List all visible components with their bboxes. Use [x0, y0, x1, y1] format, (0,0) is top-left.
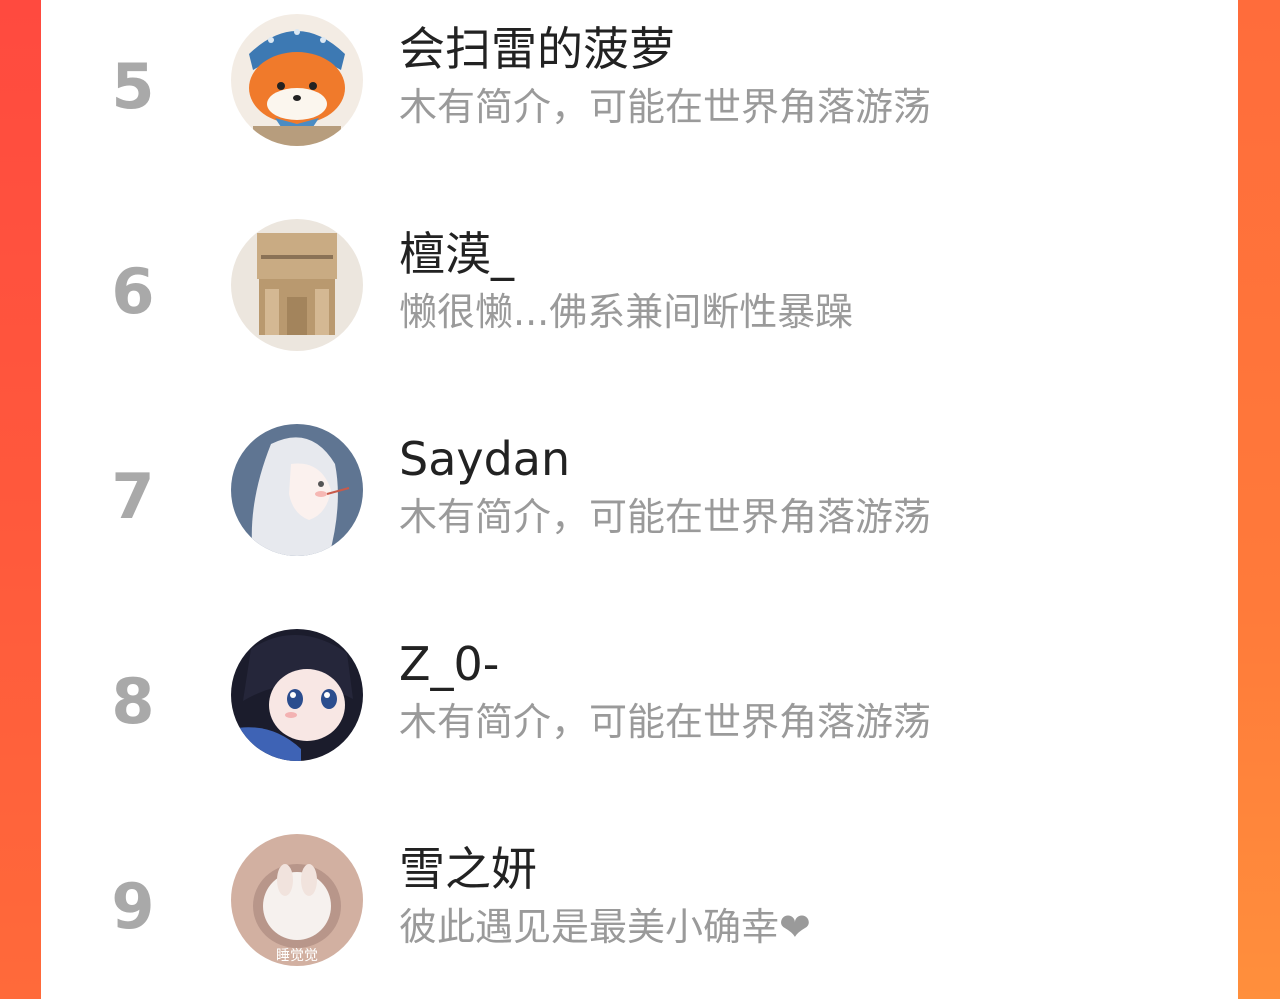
username[interactable]: Saydan: [399, 436, 570, 482]
rank-number: 6: [111, 255, 155, 328]
background-gradient-right: [1238, 0, 1280, 999]
list-item[interactable]: 5 会扫雷的菠萝 木有简介，可能在世界角落游荡: [41, 0, 1238, 180]
user-bio: 木有简介，可能在世界角落游荡: [399, 495, 932, 539]
rank-number: 8: [111, 665, 155, 738]
anime-girl-avatar[interactable]: [231, 424, 363, 556]
username[interactable]: Z_0-: [399, 641, 499, 687]
fox-avatar[interactable]: [231, 14, 363, 146]
bunny-avatar[interactable]: 睡觉觉: [231, 834, 363, 966]
username[interactable]: 雪之妍: [399, 846, 537, 892]
rank-number: 7: [111, 460, 155, 533]
user-bio: 懒很懒...佛系兼间断性暴躁: [399, 290, 854, 334]
list-item[interactable]: 6 檀漠_ 懒很懒...佛系兼间断性暴躁: [41, 205, 1238, 385]
user-bio: 彼此遇见是最美小确幸❤: [399, 905, 811, 949]
rank-number: 5: [111, 50, 155, 123]
list-item[interactable]: 9 睡觉觉 雪之妍 彼此遇见是最美小确幸❤: [41, 820, 1238, 1000]
user-bio: 木有简介，可能在世界角落游荡: [399, 700, 932, 744]
background-gradient-left: [0, 0, 41, 999]
user-bio: 木有简介，可能在世界角落游荡: [399, 85, 932, 129]
list-item[interactable]: 7 Saydan 木有简介，可能在世界角落游荡: [41, 410, 1238, 590]
list-item[interactable]: 8 Z_0- 木有简介，可能在世界角落游荡: [41, 615, 1238, 795]
cardboard-avatar[interactable]: [231, 219, 363, 351]
username[interactable]: 檀漠_: [399, 231, 514, 277]
avatar-caption: 睡觉觉: [276, 948, 318, 964]
rank-number: 9: [111, 870, 155, 943]
ranking-list-card: 5 会扫雷的菠萝 木有简介，可能在世界角落游荡 6 檀漠_ 懒很懒...佛系兼间…: [41, 0, 1238, 999]
username[interactable]: 会扫雷的菠萝: [399, 26, 675, 72]
anime-face-avatar[interactable]: [231, 629, 363, 761]
